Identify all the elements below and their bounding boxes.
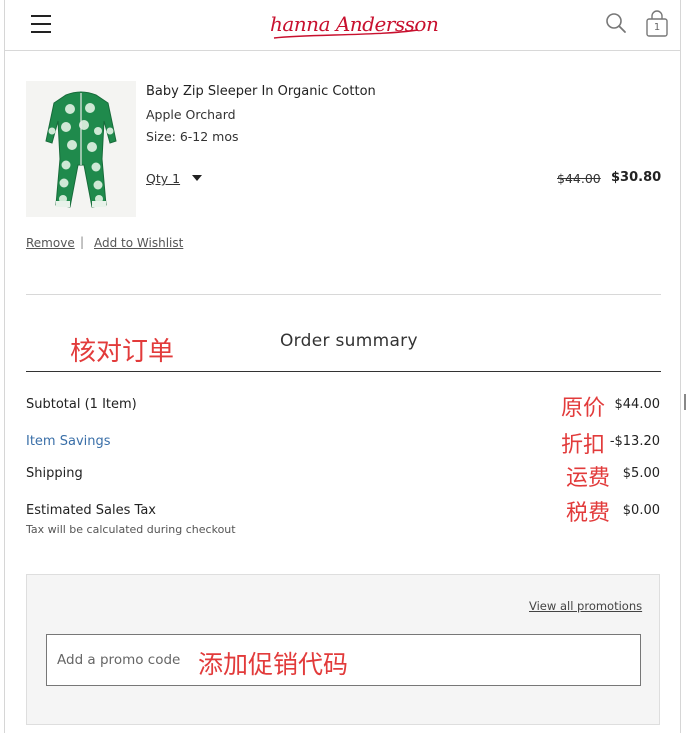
annotation-tax: 税费 — [566, 501, 611, 526]
shipping-label: Shipping — [26, 466, 83, 481]
hamburger-menu-icon[interactable] — [31, 15, 51, 35]
site-header: hanna Andersson 1 — [5, 0, 680, 51]
sales-tax-value: $0.00 — [622, 503, 660, 518]
quantity-dropdown[interactable]: Qty 1 — [146, 171, 198, 186]
tax-note: Tax will be calculated during checkout — [26, 523, 236, 536]
shopping-bag-icon[interactable]: 1 — [645, 10, 669, 38]
order-summary-title: Order summary — [280, 331, 418, 351]
annotation-original-price: 原价 — [561, 396, 606, 421]
product-color: Apple Orchard — [146, 107, 236, 122]
caret-down-icon[interactable] — [192, 175, 202, 181]
sleeper-illustration — [45, 91, 117, 208]
product-name[interactable]: Baby Zip Sleeper In Organic Cotton — [146, 84, 376, 99]
subtotal-value: $44.00 — [614, 397, 661, 412]
brand-logo-text: hanna Andersson — [270, 12, 439, 36]
item-savings-label[interactable]: Item Savings — [26, 434, 111, 449]
page-right-border — [680, 0, 681, 733]
shipping-value: $5.00 — [622, 466, 660, 481]
summary-divider — [26, 371, 661, 372]
product-size: Size: 6-12 mos — [146, 129, 239, 144]
link-separator: | — [80, 235, 85, 249]
view-all-promotions-link[interactable]: View all promotions — [529, 599, 642, 613]
search-icon[interactable] — [605, 12, 627, 34]
scrollbar-thumb[interactable] — [684, 394, 686, 410]
add-to-wishlist-link[interactable]: Add to Wishlist — [94, 236, 183, 250]
remove-link[interactable]: Remove — [26, 236, 75, 250]
bag-count-badge: 1 — [653, 22, 661, 33]
annotation-review-order: 核对订单 — [70, 337, 175, 367]
sale-price: $30.80 — [611, 170, 662, 185]
annotation-shipping: 运费 — [566, 466, 611, 491]
subtotal-label: Subtotal (1 Item) — [26, 397, 137, 412]
brand-logo[interactable]: hanna Andersson — [268, 10, 439, 40]
annotation-discount: 折扣 — [561, 433, 606, 458]
item-savings-value: -$13.20 — [609, 434, 660, 449]
annotation-add-promo: 添加促销代码 — [198, 650, 349, 679]
sales-tax-label: Estimated Sales Tax — [26, 503, 156, 518]
original-price: $44.00 — [557, 171, 601, 186]
page-left-border — [4, 0, 5, 733]
product-image[interactable] — [26, 81, 136, 217]
section-divider — [26, 294, 661, 295]
